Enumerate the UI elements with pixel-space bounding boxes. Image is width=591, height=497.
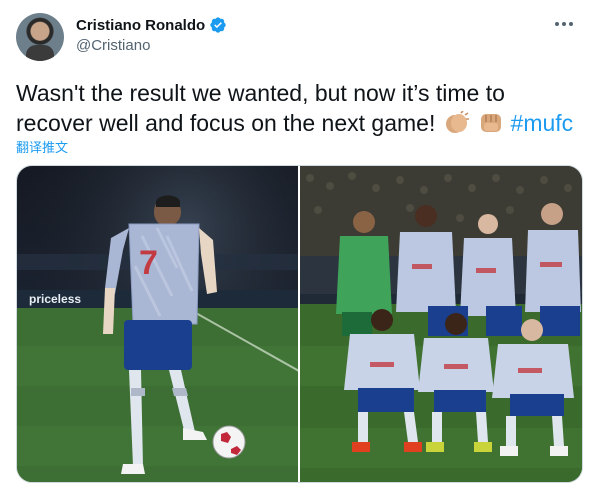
tweet-text: Wasn't the result we wanted, but now it’…: [16, 78, 581, 138]
fist-emoji-icon: [481, 114, 502, 132]
photo-ronaldo-corner[interactable]: priceless 7: [17, 166, 298, 482]
photo-team-lineup-image: [300, 166, 582, 482]
clapping-hands-emoji-icon: [445, 111, 469, 133]
priceless-board-text: priceless: [29, 292, 81, 306]
translate-tweet-link[interactable]: 翻译推文: [16, 137, 68, 156]
media-grid: priceless 7: [16, 165, 583, 483]
photo-team-lineup[interactable]: [300, 166, 582, 482]
photo-ronaldo-corner-image: priceless 7: [17, 166, 298, 482]
display-name[interactable]: Cristiano Ronaldo: [76, 17, 205, 34]
author-name-row[interactable]: Cristiano Ronaldo: [76, 15, 227, 35]
tweet-body: Wasn't the result we wanted, but now it’…: [16, 80, 505, 136]
author-block: Cristiano Ronaldo @Cristiano: [76, 15, 227, 54]
author-handle[interactable]: @Cristiano: [76, 37, 227, 54]
tweet-header: Cristiano Ronaldo @Cristiano: [16, 13, 575, 61]
verified-badge-icon: [210, 17, 226, 33]
shirt-number: 7: [139, 244, 158, 282]
hashtag-link[interactable]: #mufc: [511, 110, 574, 136]
more-options-icon[interactable]: [553, 15, 575, 33]
avatar[interactable]: [16, 13, 64, 61]
